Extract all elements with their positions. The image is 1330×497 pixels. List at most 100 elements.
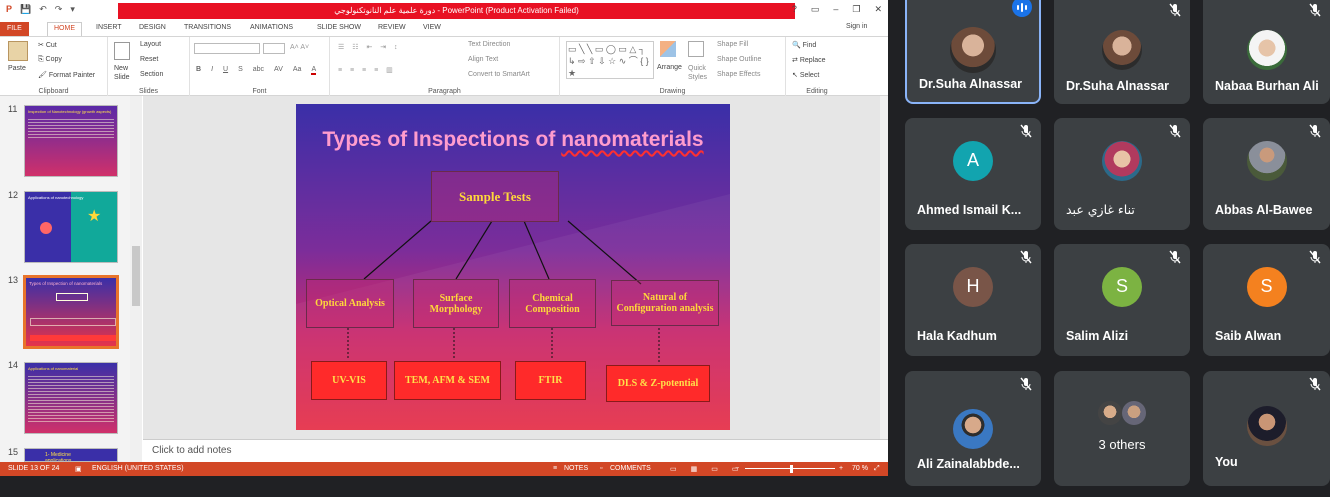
participant-tile[interactable]: S Saib Alwan <box>1203 244 1330 356</box>
arrange-icon[interactable] <box>660 41 676 57</box>
align-buttons[interactable]: ≡ ≡ ≡ ≡ ▥ <box>338 66 396 74</box>
find-label: Find <box>802 42 817 49</box>
paragraph-group: ☰ ☷ ⇤ ⇥ ↕ ≡ ≡ ≡ ≡ ▥ Text Direction Align… <box>330 37 560 96</box>
thumbnails-scrollbar[interactable] <box>130 96 142 462</box>
zoom-level[interactable]: 70 % <box>852 465 868 472</box>
sign-in-link[interactable]: Sign in <box>846 23 867 30</box>
undo-icon[interactable]: ↶ <box>39 4 47 15</box>
font-color-button[interactable]: A <box>311 66 317 75</box>
zoom-out-icon[interactable]: − <box>735 465 739 472</box>
tab-slide-show[interactable]: SLIDE SHOW <box>317 24 361 31</box>
notes-pane[interactable]: Click to add notes <box>143 439 888 462</box>
underline-button[interactable]: U <box>223 66 228 75</box>
new-slide-button[interactable]: New Slide <box>114 64 136 82</box>
participant-tile[interactable]: A Ahmed Ismail K... <box>905 118 1041 230</box>
tab-view[interactable]: VIEW <box>423 24 441 31</box>
notes-button[interactable]: NOTES <box>564 465 588 472</box>
tab-file[interactable]: FILE <box>0 22 29 36</box>
quick-styles-button[interactable]: Quick Styles <box>688 64 714 82</box>
bottom-bar <box>0 476 888 497</box>
powerpoint-window: P 💾 ↶ ↷ ▾ دورة علمية علم النانوتكنولوجي … <box>0 0 888 476</box>
align-text-button[interactable]: Align Text <box>468 56 498 63</box>
italic-button[interactable]: I <box>211 66 213 75</box>
comments-button[interactable]: COMMENTS <box>610 465 651 472</box>
restore-button[interactable]: ❐ <box>852 4 860 15</box>
participant-tile[interactable]: Dr.Suha Alnassar <box>1054 0 1190 104</box>
bold-button[interactable]: B <box>196 66 201 75</box>
shape-fill-button[interactable]: Shape Fill <box>717 41 748 48</box>
view-buttons[interactable]: ▭▦▭▭ <box>670 465 752 473</box>
redo-icon[interactable]: ↷ <box>55 4 63 15</box>
scrollbar-thumb[interactable] <box>132 246 140 306</box>
tab-home[interactable]: HOME <box>47 22 82 37</box>
fit-slide-icon[interactable]: ⤢ <box>874 465 880 473</box>
tab-transitions[interactable]: TRANSITIONS <box>184 24 231 31</box>
quick-styles-icon[interactable] <box>688 41 704 57</box>
close-button[interactable]: ✕ <box>874 4 882 15</box>
tab-animations[interactable]: ANIMATIONS <box>250 24 293 31</box>
thumbnail-slide-13[interactable]: Types of Inspection of nanomaterials <box>23 275 119 349</box>
participant-tile[interactable]: H Hala Kadhum <box>905 244 1041 356</box>
zoom-in-icon[interactable]: + <box>839 465 843 472</box>
thumbnail-slide-15[interactable]: 1- Medicine applications <box>24 448 118 462</box>
paste-button[interactable]: Paste <box>8 65 26 72</box>
participant-tile[interactable]: Nabaa Burhan Ali <box>1203 0 1330 104</box>
participant-tile[interactable]: تناء غازي عبد <box>1054 118 1190 230</box>
strikethrough-button[interactable]: abc <box>253 66 264 75</box>
save-icon[interactable]: 💾 <box>20 4 31 15</box>
tab-insert[interactable]: INSERT <box>96 24 122 31</box>
copy-button[interactable]: ⎘ Copy <box>38 56 62 64</box>
notes-icon: ≡ <box>553 465 558 472</box>
find-button[interactable]: 🔍 Find <box>792 41 816 49</box>
replace-button[interactable]: ⇄ Replace <box>792 56 826 64</box>
grow-font-icon[interactable]: A˄ A˅ <box>290 44 309 51</box>
participant-tile[interactable]: Ali Zainalabbde... <box>905 371 1041 486</box>
participant-tile[interactable]: You <box>1203 371 1330 486</box>
shape-effects-button[interactable]: Shape Effects <box>717 71 760 78</box>
help-button[interactable]: ? <box>792 4 797 15</box>
slide-number: 13 <box>8 275 19 285</box>
minimize-button[interactable]: – <box>833 4 838 15</box>
font-size-box[interactable] <box>263 43 285 54</box>
change-case-button[interactable]: Aa <box>293 66 302 75</box>
cut-button[interactable]: ✂ Cut <box>38 41 57 49</box>
shadow-button[interactable]: S <box>238 66 243 75</box>
reset-button[interactable]: Reset <box>140 56 158 63</box>
section-button[interactable]: Section <box>140 71 163 78</box>
participant-photo <box>1098 401 1122 425</box>
spacing-button[interactable]: AV <box>274 66 283 75</box>
participant-tile[interactable]: Abbas Al-Bawee <box>1203 118 1330 230</box>
quick-access-toolbar: P 💾 ↶ ↷ ▾ <box>6 4 75 15</box>
layout-button[interactable]: Layout <box>140 41 161 48</box>
tab-design[interactable]: DESIGN <box>139 24 166 31</box>
thumbnail-title: 1- Medicine applications <box>45 452 72 462</box>
ribbon-display-button[interactable]: ▭ <box>811 4 820 15</box>
scissors-icon: ✂ <box>38 42 46 49</box>
new-slide-icon[interactable] <box>114 42 130 60</box>
paste-icon[interactable] <box>8 41 28 61</box>
text-direction-button[interactable]: Text Direction <box>468 41 510 48</box>
thumbnail-slide-11[interactable]: Inspection of Nanotechnology (growth asp… <box>24 105 118 177</box>
participant-tile[interactable]: S Salim Alizi <box>1054 244 1190 356</box>
others-tile[interactable]: 3 others <box>1054 371 1190 486</box>
list-buttons[interactable]: ☰ ☷ ⇤ ⇥ ↕ <box>338 43 401 51</box>
thumbnail-title: Types of Inspection of nanomaterials <box>29 281 103 286</box>
configuration-analysis-box: Natural of Configuration analysis <box>611 280 719 326</box>
zoom-slider-thumb[interactable] <box>790 465 793 473</box>
format-painter-button[interactable]: 🖌 Format Painter <box>38 71 95 79</box>
tab-review[interactable]: REVIEW <box>378 24 406 31</box>
convert-smartart-button[interactable]: Convert to SmartArt <box>468 71 530 78</box>
shape-outline-button[interactable]: Shape Outline <box>717 56 761 63</box>
customize-icon[interactable]: ▾ <box>70 4 75 15</box>
select-button[interactable]: ↖ Select <box>792 71 819 79</box>
thumbnail-slide-12[interactable]: Applications of nanotechnology ★ <box>24 191 118 263</box>
arrange-button[interactable]: Arrange <box>657 64 682 71</box>
participant-tile[interactable]: Dr.Suha Alnassar <box>905 0 1041 104</box>
thumbnail-slide-14[interactable]: Applications of nanomaterial <box>24 362 118 434</box>
shapes-gallery[interactable]: ▭ ╲ ╲ ▭ ◯ ▭ △ ┐ ↳ ⇨ ⇧ ⇩ ☆ ∿ ⌒ { } ★ <box>566 41 654 79</box>
slide-scrollbar[interactable] <box>880 96 888 439</box>
current-slide[interactable]: Types of Inspections of nanomaterials Sa… <box>296 104 730 430</box>
font-name-box[interactable] <box>194 43 260 54</box>
clipboard-group: Paste ✂ Cut ⎘ Copy 🖌 Format Painter Clip… <box>0 37 108 96</box>
language-indicator[interactable]: ENGLISH (UNITED STATES) <box>92 465 184 472</box>
